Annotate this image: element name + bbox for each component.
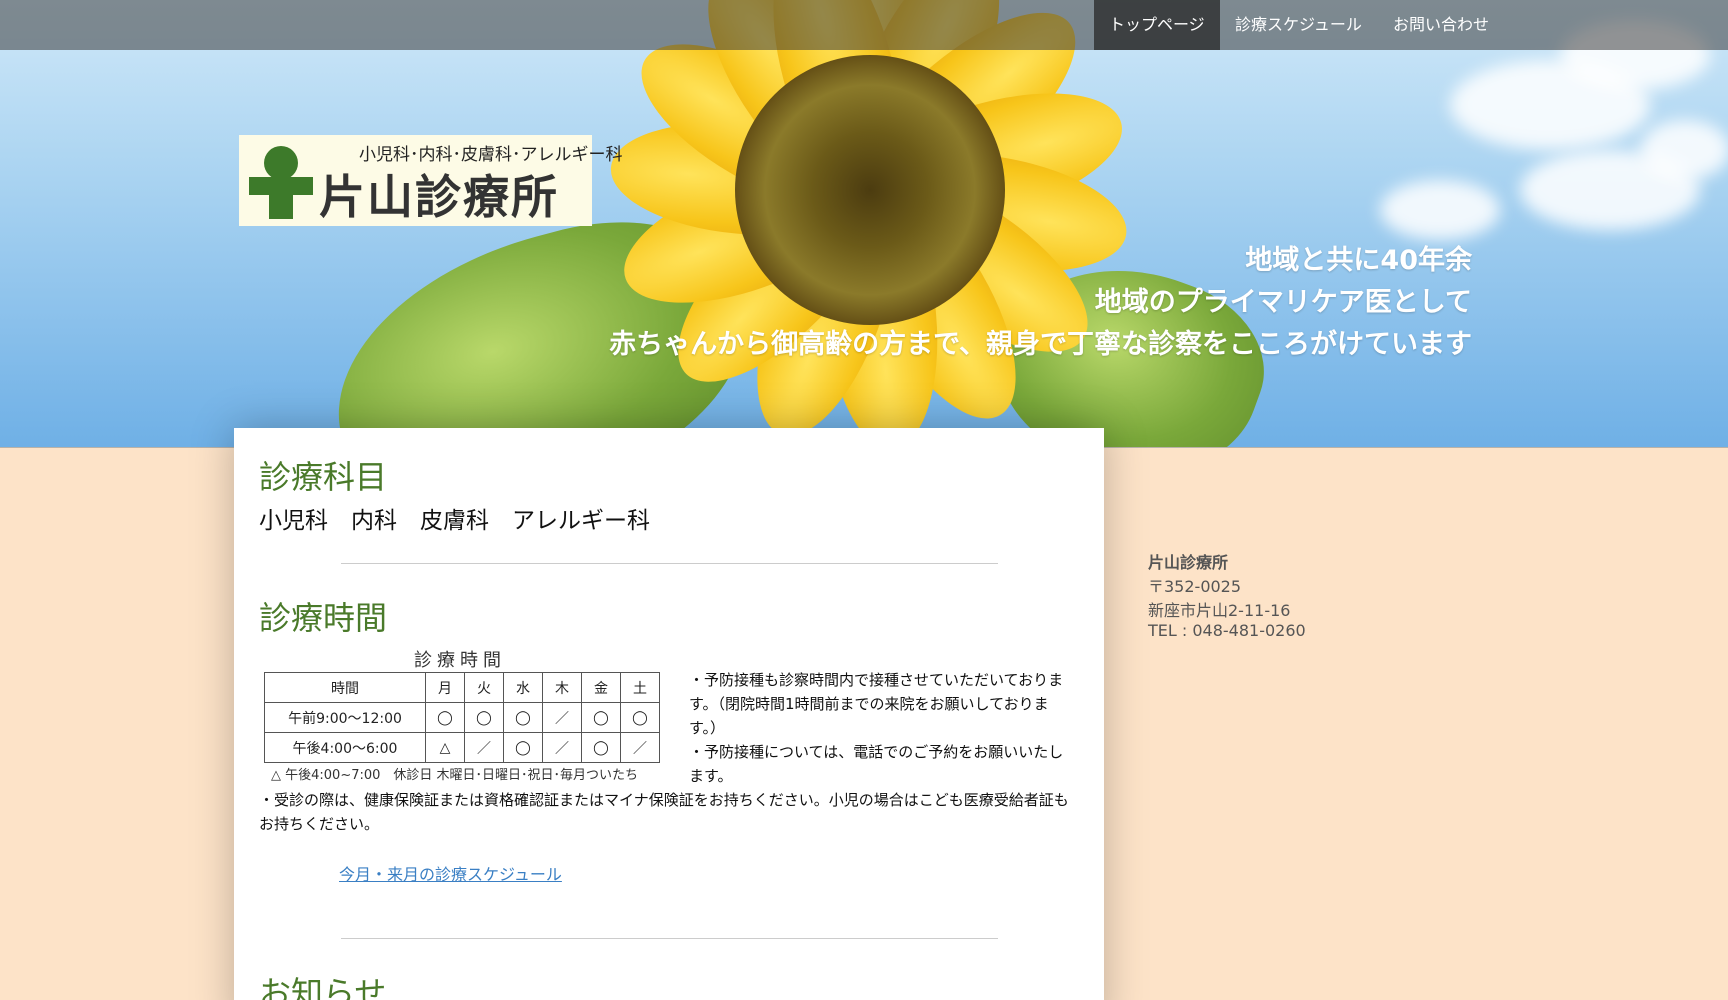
departments-heading: 診療科目	[259, 458, 388, 496]
vaccination-booking-note: ・予防接種については、電話でのご予約をお願いいたします。	[689, 743, 1064, 785]
sidebar-postal: 〒352-0025	[1148, 577, 1242, 596]
schedule-table-image: 診療時間 時間 月 火 水 木 金 土 午前9:00～12:00 ◯ ◯ ◯ ／…	[259, 646, 669, 786]
sunflower-illustration	[590, 0, 1150, 447]
cloud	[1640, 120, 1728, 180]
tagline-line1: 地域と共に40年余	[1245, 245, 1472, 276]
main-content-card: 診療科目 小児科 内科 皮膚科 アレルギー科 診療時間 診療時間 時間 月 火 …	[234, 428, 1104, 1000]
schedule-table: 時間 月 火 水 木 金 土 午前9:00～12:00 ◯ ◯ ◯ ／ ◯ ◯ …	[264, 672, 660, 763]
departments-list: 小児科 内科 皮膚科 アレルギー科	[259, 508, 650, 534]
vaccination-note: ・予防接種も診察時間内で接種させていただいております。（閉院時間1時間前までの来…	[689, 671, 1064, 737]
nav-item-top[interactable]: トップページ	[1094, 0, 1220, 50]
clinic-logo[interactable]: 小児科･内科･皮膚科･アレルギー科 片山診療所	[239, 135, 623, 226]
sidebar-clinic-name: 片山診療所	[1148, 553, 1229, 572]
divider	[341, 938, 998, 939]
schedule-link[interactable]: 今月・来月の診療スケジュール	[339, 861, 562, 885]
news-heading: お知らせ	[259, 974, 387, 1000]
sidebar-tel: TEL : 048-481-0260	[1148, 621, 1306, 640]
sidebar-address: 新座市片山2-11-16	[1148, 601, 1291, 620]
divider	[341, 563, 998, 564]
nav-item-contact[interactable]: お問い合わせ	[1378, 0, 1504, 50]
hours-heading: 診療時間	[259, 599, 388, 637]
clinic-logo-icon	[249, 146, 313, 219]
logo-name: 片山診療所	[319, 170, 559, 224]
schedule-table-footnote: △ 午後4:00~7:00 休診日 木曜日･日曜日･祝日･毎月ついたち	[271, 768, 639, 783]
tagline-line3: 赤ちゃんから御高齢の方まで、親身で丁寧な診察をこころがけています	[609, 329, 1472, 360]
top-navbar: トップページ 診療スケジュール お問い合わせ	[0, 0, 1728, 50]
cloud	[1380, 180, 1500, 240]
tagline-line2: 地域のプライマリケア医として	[1094, 287, 1472, 318]
insurance-note: ・受診の際は、健康保険証または資格確認証またはマイナ保険証をお持ちください。小児…	[259, 791, 1069, 833]
nav-item-schedule[interactable]: 診療スケジュール	[1220, 0, 1377, 50]
schedule-table-title: 診療時間	[414, 650, 506, 671]
hero-banner: トップページ 診療スケジュール お問い合わせ 小児科･内科･皮膚科･アレルギー科…	[0, 0, 1728, 448]
